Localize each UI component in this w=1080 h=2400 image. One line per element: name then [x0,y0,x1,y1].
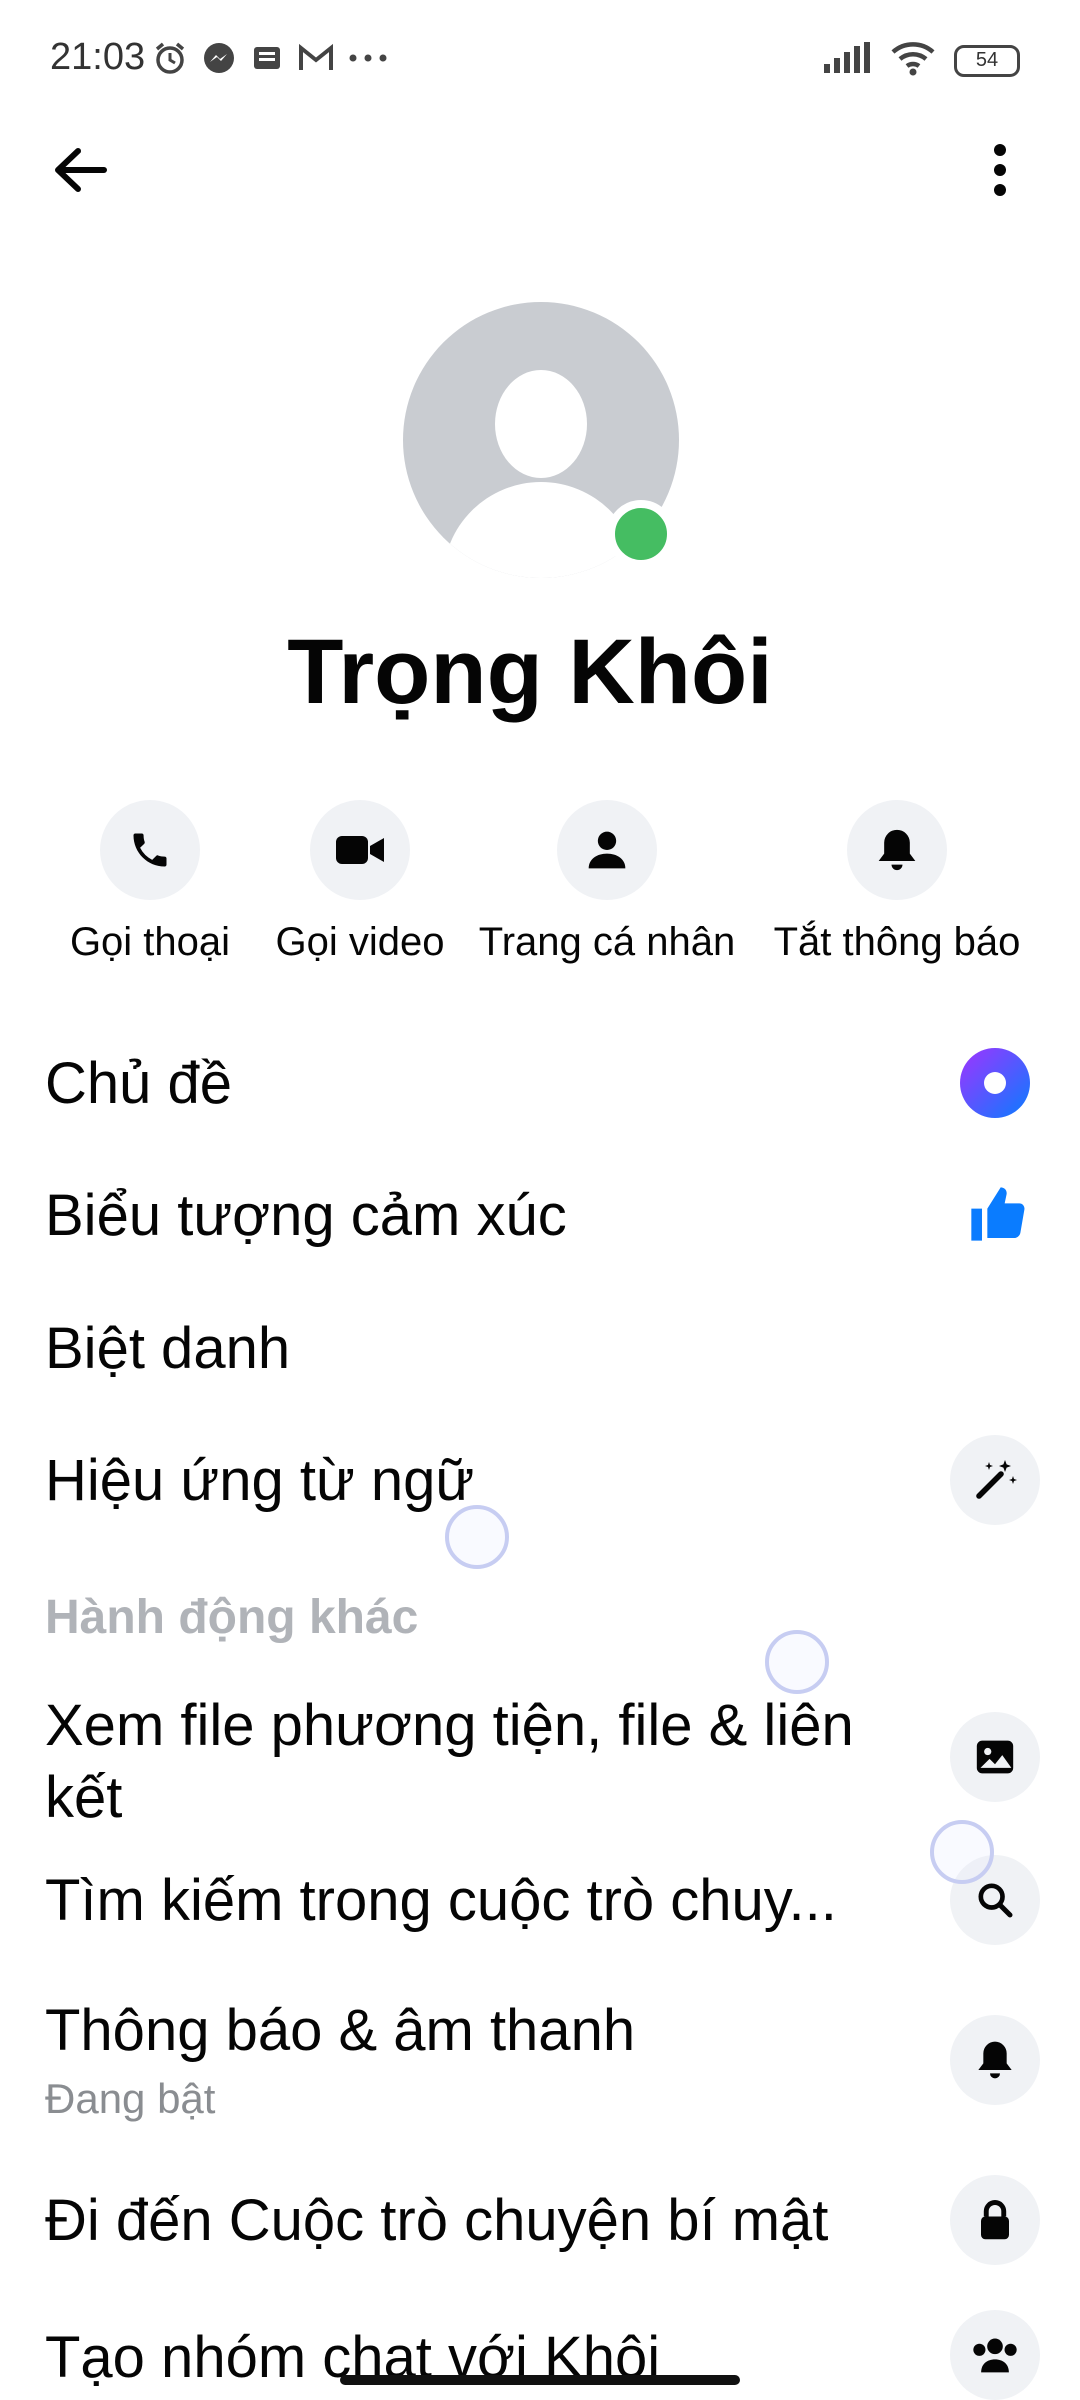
screen: 21:03 54 Trọng Khôi Gọi thoại Gọi video … [0,0,1080,2400]
quick-actions: Gọi thoại Gọi video Trang cá nhân Tắt th… [0,800,1080,980]
kebab-menu-icon [994,144,1006,196]
alarm-icon [152,40,188,76]
theme-row[interactable]: Chủ đề [0,1040,1080,1140]
bell-icon [978,2041,1012,2079]
avatar-placeholder-head [495,370,587,478]
word-effects-row[interactable]: Hiệu ứng từ ngữ [0,1435,1080,1535]
theme-color-icon [960,1048,1030,1118]
search-label: Tìm kiếm trong cuộc trò chuy... [45,1868,837,1933]
search-row[interactable]: Tìm kiếm trong cuộc trò chuy... [0,1855,1080,1955]
search-icon [978,1883,1013,1918]
home-indicator[interactable] [340,2375,740,2385]
secret-chat-label: Đi đến Cuộc trò chuyện bí mật [45,2188,829,2253]
more-actions-header: Hành động khác [45,1591,419,1644]
status-time: 21:03 [50,36,146,78]
nicknames-row[interactable]: Biệt danh [0,1305,1080,1405]
video-call-label: Gọi video [275,920,445,964]
view-media-button [950,1712,1040,1802]
magic-wand-icon [976,1460,1017,1499]
create-group-row[interactable]: Tạo nhóm chat với Khôi [0,2310,1080,2400]
call-button[interactable] [100,800,200,900]
mute-label: Tắt thông báo [773,920,1021,964]
view-media-label: Xem file phương tiện, file & liên kết [45,1693,854,1830]
notifications-status: Đang bật [45,2075,216,2122]
bell-icon [878,829,916,871]
nicknames-label: Biệt danh [45,1316,291,1381]
status-notification-icons [152,40,388,76]
person-icon [588,831,626,869]
messenger-icon [202,41,236,75]
video-call-button[interactable] [310,800,410,900]
gmail-icon [298,43,334,73]
create-group-button [950,2310,1040,2400]
news-icon [250,41,284,75]
secret-chat-row[interactable]: Đi đến Cuộc trò chuyện bí mật [0,2175,1080,2275]
notifications-button [950,2015,1040,2105]
secret-chat-button [950,2175,1040,2265]
video-call-action[interactable]: Gọi video [260,800,460,965]
profile-label: Trang cá nhân [478,920,736,964]
mute-button[interactable] [847,800,947,900]
profile-action[interactable]: Trang cá nhân [462,800,752,965]
online-status-dot [607,500,675,568]
theme-label: Chủ đề [45,1051,233,1116]
profile-button[interactable] [557,800,657,900]
group-icon [973,2338,1017,2373]
contact-name: Trọng Khôi [287,621,773,723]
touch-indicator [445,1505,509,1569]
word-effects-label: Hiệu ứng từ ngữ [45,1448,475,1513]
more-options-button[interactable] [960,130,1040,210]
call-action[interactable]: Gọi thoại [50,800,250,965]
view-media-row[interactable]: Xem file phương tiện, file & liên kết [0,1690,1080,1840]
touch-indicator [930,1820,994,1884]
battery-indicator: 54 [954,44,1020,77]
image-icon [976,1740,1014,1774]
mute-action[interactable]: Tắt thông báo [752,800,1042,965]
back-arrow-icon [55,148,107,192]
emoji-label: Biểu tượng cảm xúc [45,1183,567,1248]
emoji-row[interactable]: Biểu tượng cảm xúc [0,1172,1080,1272]
more-notifications-icon [348,53,388,63]
notifications-label: Thông báo & âm thanh [45,1998,636,2063]
status-bar: 21:03 54 [0,0,1080,120]
wifi-icon [890,40,936,81]
signal-icon [822,42,872,79]
status-system-icons: 54 [822,40,1020,81]
lock-icon [981,2200,1009,2240]
word-effects-button [950,1435,1040,1525]
notifications-row[interactable]: Thông báo & âm thanh Đang bật [0,1985,1080,2135]
video-camera-icon [336,836,384,864]
call-label: Gọi thoại [69,920,231,964]
thumbs-up-icon [966,1182,1030,1246]
back-button[interactable] [40,130,120,210]
phone-icon [133,833,167,867]
touch-indicator [765,1630,829,1694]
